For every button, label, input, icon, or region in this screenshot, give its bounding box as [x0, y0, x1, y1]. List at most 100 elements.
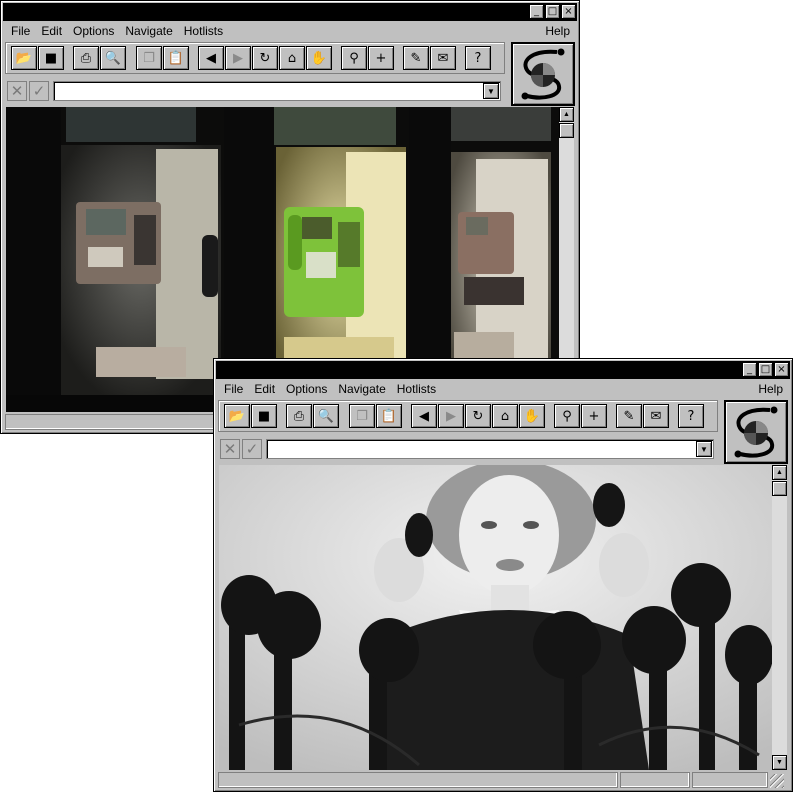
paste-button[interactable]: 📋	[163, 46, 189, 70]
help-button[interactable]: ?	[678, 404, 704, 428]
edit-button[interactable]: ✎	[616, 404, 642, 428]
print-preview-icon: 🔍	[317, 408, 335, 424]
chevron-down-icon: ▼	[487, 86, 495, 96]
check-mark-icon: ✓	[32, 82, 46, 100]
open-folder-icon: 📂	[228, 408, 246, 424]
confirm-url-button[interactable]: ✓	[242, 439, 262, 459]
edit-note-icon: ✎	[410, 50, 422, 66]
menu-edit[interactable]: Edit	[41, 24, 62, 38]
url-input[interactable]	[266, 439, 714, 459]
menu-hotlists[interactable]: Hotlists	[397, 382, 436, 396]
mail-button[interactable]: ✉	[430, 46, 456, 70]
status-bar	[218, 772, 788, 788]
stop-hand-icon: ✋	[310, 50, 328, 66]
menu-hotlists[interactable]: Hotlists	[184, 24, 223, 38]
reload-button[interactable]: ↻	[252, 46, 278, 70]
scroll-thumb[interactable]	[559, 123, 574, 138]
vertical-scrollbar[interactable]: ▲ ▼	[772, 465, 787, 770]
home-button[interactable]: ⌂	[492, 404, 518, 428]
mail-icon: ✉	[650, 408, 662, 424]
mail-icon: ✉	[437, 50, 449, 66]
save-disk-icon: ■	[257, 408, 271, 424]
maximize-button[interactable]: □	[758, 362, 773, 377]
add-hotlist-button[interactable]: +	[581, 404, 607, 428]
close-button[interactable]: ×	[561, 4, 576, 19]
cancel-url-button[interactable]: ✕	[220, 439, 240, 459]
scroll-up-button[interactable]: ▲	[559, 107, 574, 122]
resize-grip[interactable]	[770, 774, 784, 788]
woman-with-telephones-photo	[219, 465, 772, 770]
add-hotlist-button[interactable]: +	[368, 46, 394, 70]
stop-button[interactable]: ✋	[306, 46, 332, 70]
paste-button[interactable]: 📋	[376, 404, 402, 428]
menu-navigate[interactable]: Navigate	[338, 382, 385, 396]
forward-arrow-icon: ▶	[233, 50, 243, 66]
print-preview-button[interactable]: 🔍	[313, 404, 339, 428]
cancel-url-button[interactable]: ✕	[7, 81, 27, 101]
x-mark-icon: ✕	[223, 440, 237, 458]
status-progress-cell	[620, 772, 690, 788]
add-hotlist-icon: +	[588, 408, 600, 424]
forward-button[interactable]: ▶	[225, 46, 251, 70]
forward-button[interactable]: ▶	[438, 404, 464, 428]
menu-file[interactable]: File	[224, 382, 243, 396]
menu-help[interactable]: Help	[758, 382, 783, 396]
status-extra-cell	[692, 772, 768, 788]
browser-logo[interactable]	[724, 400, 788, 464]
logo-icon	[734, 406, 778, 458]
open-button[interactable]: 📂	[224, 404, 250, 428]
open-folder-icon: 📂	[15, 50, 33, 66]
title-bar[interactable]: _ □ ×	[3, 3, 577, 21]
close-button[interactable]: ×	[774, 362, 789, 377]
scroll-thumb[interactable]	[772, 481, 787, 496]
url-input[interactable]	[53, 81, 501, 101]
url-dropdown-button[interactable]: ▼	[696, 441, 712, 457]
browser-logo[interactable]	[511, 42, 575, 106]
scroll-down-button[interactable]: ▼	[772, 755, 787, 770]
find-button[interactable]: ⚲	[554, 404, 580, 428]
arrow-up-icon: ▲	[776, 469, 783, 476]
menu-navigate[interactable]: Navigate	[125, 24, 172, 38]
copy-button[interactable]: ❐	[349, 404, 375, 428]
home-button[interactable]: ⌂	[279, 46, 305, 70]
check-mark-icon: ✓	[245, 440, 259, 458]
reload-icon: ↻	[259, 50, 271, 66]
menu-edit[interactable]: Edit	[254, 382, 275, 396]
menu-options[interactable]: Options	[73, 24, 114, 38]
menu-file[interactable]: File	[11, 24, 30, 38]
browser-window-bottom: _ □ × File Edit Options Navigate Hotlist…	[213, 358, 793, 792]
print-preview-icon: 🔍	[104, 50, 122, 66]
forward-arrow-icon: ▶	[446, 408, 456, 424]
arrow-down-icon: ▼	[776, 759, 783, 766]
print-preview-button[interactable]: 🔍	[100, 46, 126, 70]
reload-button[interactable]: ↻	[465, 404, 491, 428]
help-question-icon: ?	[474, 50, 482, 66]
stop-button[interactable]: ✋	[519, 404, 545, 428]
help-button[interactable]: ?	[465, 46, 491, 70]
page-content[interactable]	[219, 465, 772, 770]
copy-button[interactable]: ❐	[136, 46, 162, 70]
confirm-url-button[interactable]: ✓	[29, 81, 49, 101]
title-bar[interactable]: _ □ ×	[216, 361, 790, 379]
help-question-icon: ?	[687, 408, 695, 424]
minimize-button[interactable]: _	[742, 362, 757, 377]
edit-button[interactable]: ✎	[403, 46, 429, 70]
save-button[interactable]: ■	[38, 46, 64, 70]
print-button[interactable]: ⎙	[286, 404, 312, 428]
toolbar: 📂 ■ ⎙ 🔍 ❐ 📋 ◀ ▶ ↻ ⌂ ✋ ⚲ + ✎ ✉ ?	[5, 42, 505, 74]
mail-button[interactable]: ✉	[643, 404, 669, 428]
back-button[interactable]: ◀	[411, 404, 437, 428]
url-dropdown-button[interactable]: ▼	[483, 83, 499, 99]
menu-options[interactable]: Options	[286, 382, 327, 396]
save-button[interactable]: ■	[251, 404, 277, 428]
back-button[interactable]: ◀	[198, 46, 224, 70]
menu-help[interactable]: Help	[545, 24, 570, 38]
find-binoculars-icon: ⚲	[562, 408, 572, 424]
maximize-button[interactable]: □	[545, 4, 560, 19]
scroll-up-button[interactable]: ▲	[772, 465, 787, 480]
logo-icon	[521, 48, 565, 100]
print-button[interactable]: ⎙	[73, 46, 99, 70]
open-button[interactable]: 📂	[11, 46, 37, 70]
minimize-button[interactable]: _	[529, 4, 544, 19]
find-button[interactable]: ⚲	[341, 46, 367, 70]
